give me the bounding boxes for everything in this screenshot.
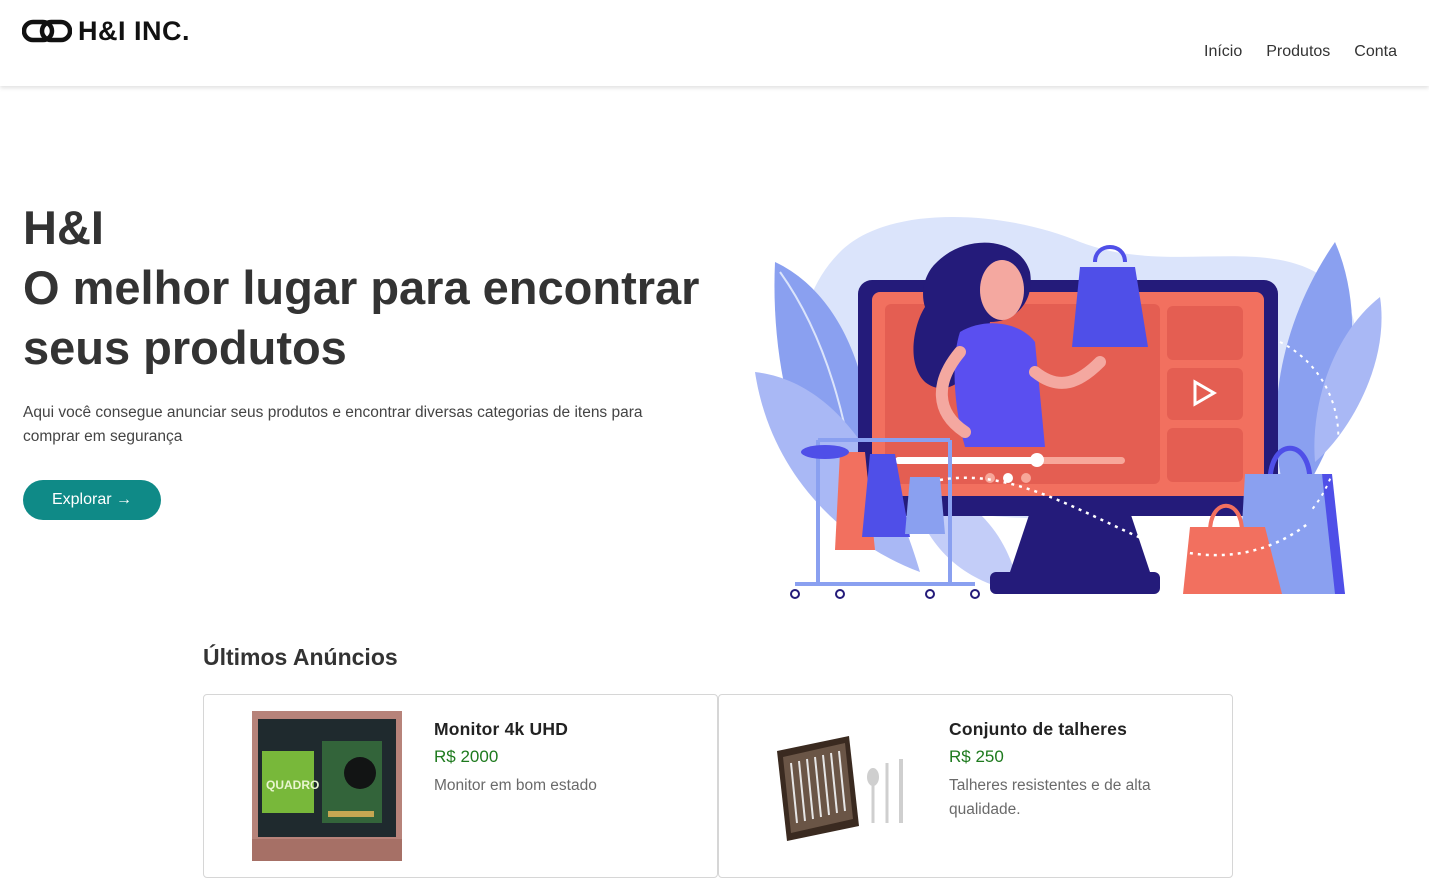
- rack-wheel: [970, 589, 980, 599]
- thumbnail-mid: [1167, 368, 1243, 420]
- listing-description: Talheres resistentes e de alta qualidade…: [949, 777, 1151, 818]
- chain-link-icon: [22, 19, 72, 43]
- rack-wheel: [925, 589, 935, 599]
- progress-knob: [1030, 453, 1044, 467]
- thumbnail-bottom: [1167, 428, 1243, 482]
- main-nav: Início Produtos Conta: [1204, 43, 1397, 61]
- control-forward-icon: [1021, 473, 1031, 483]
- quadro-label: QUADRO: [266, 778, 319, 792]
- listing-title: Monitor 4k UHD: [434, 719, 569, 739]
- hero-title-brand: H&I: [23, 201, 104, 254]
- woman-face: [980, 260, 1024, 320]
- monitor-stand: [1010, 512, 1150, 572]
- hero-title-line: seus produtos: [23, 321, 347, 374]
- progress-fill: [895, 457, 1035, 464]
- hat: [801, 445, 849, 459]
- nav-item-produtos[interactable]: Produtos: [1266, 43, 1330, 61]
- nav-item-conta[interactable]: Conta: [1354, 43, 1397, 61]
- latest-listings-title: Últimos Anúncios: [203, 644, 398, 670]
- listing-price: R$ 250: [949, 747, 1004, 766]
- hero-title-line: O melhor lugar para encontrar: [23, 261, 700, 314]
- rack-wheel: [790, 589, 800, 599]
- listing-title: Conjunto de talheres: [949, 719, 1128, 739]
- thumbnail-top: [1167, 306, 1243, 360]
- site-header: H&I INC. Início Produtos Conta: [0, 0, 1429, 86]
- listing-card[interactable]: QUADRO Monitor 4k UHD R$ 2000 Monitor em…: [203, 694, 718, 878]
- shopping-bag-held: [1072, 267, 1148, 347]
- listing-price: R$ 2000: [434, 747, 499, 766]
- shopping-illustration: [755, 217, 1382, 599]
- hero-title: H&I O melhor lugar para encontrar seus p…: [23, 198, 743, 378]
- cutlery-set-image: [767, 711, 917, 861]
- listing-card[interactable]: Conjunto de talheres R$ 250 Talheres res…: [718, 694, 1233, 878]
- graphics-card-image: QUADRO: [252, 711, 402, 861]
- hanging-bag: [905, 477, 945, 534]
- brand-logo[interactable]: H&I INC.: [22, 14, 190, 48]
- listing-description: Monitor em bom estado: [434, 777, 597, 794]
- shopping-bag-red: [1183, 527, 1282, 594]
- brand-name: H&I INC.: [78, 15, 190, 46]
- nav-item-inicio[interactable]: Início: [1204, 43, 1242, 61]
- listing-cards: QUADRO Monitor 4k UHD R$ 2000 Monitor em…: [203, 694, 1233, 878]
- explore-button[interactable]: Explorar →: [23, 480, 161, 520]
- graphics-card-photo: QUADRO: [252, 711, 402, 861]
- hero-description: Aqui você consegue anunciar seus produto…: [23, 404, 643, 445]
- cutlery-set-photo: [767, 711, 917, 861]
- rack-wheel: [835, 589, 845, 599]
- monitor-base: [990, 572, 1160, 594]
- control-rewind-icon: [985, 473, 995, 483]
